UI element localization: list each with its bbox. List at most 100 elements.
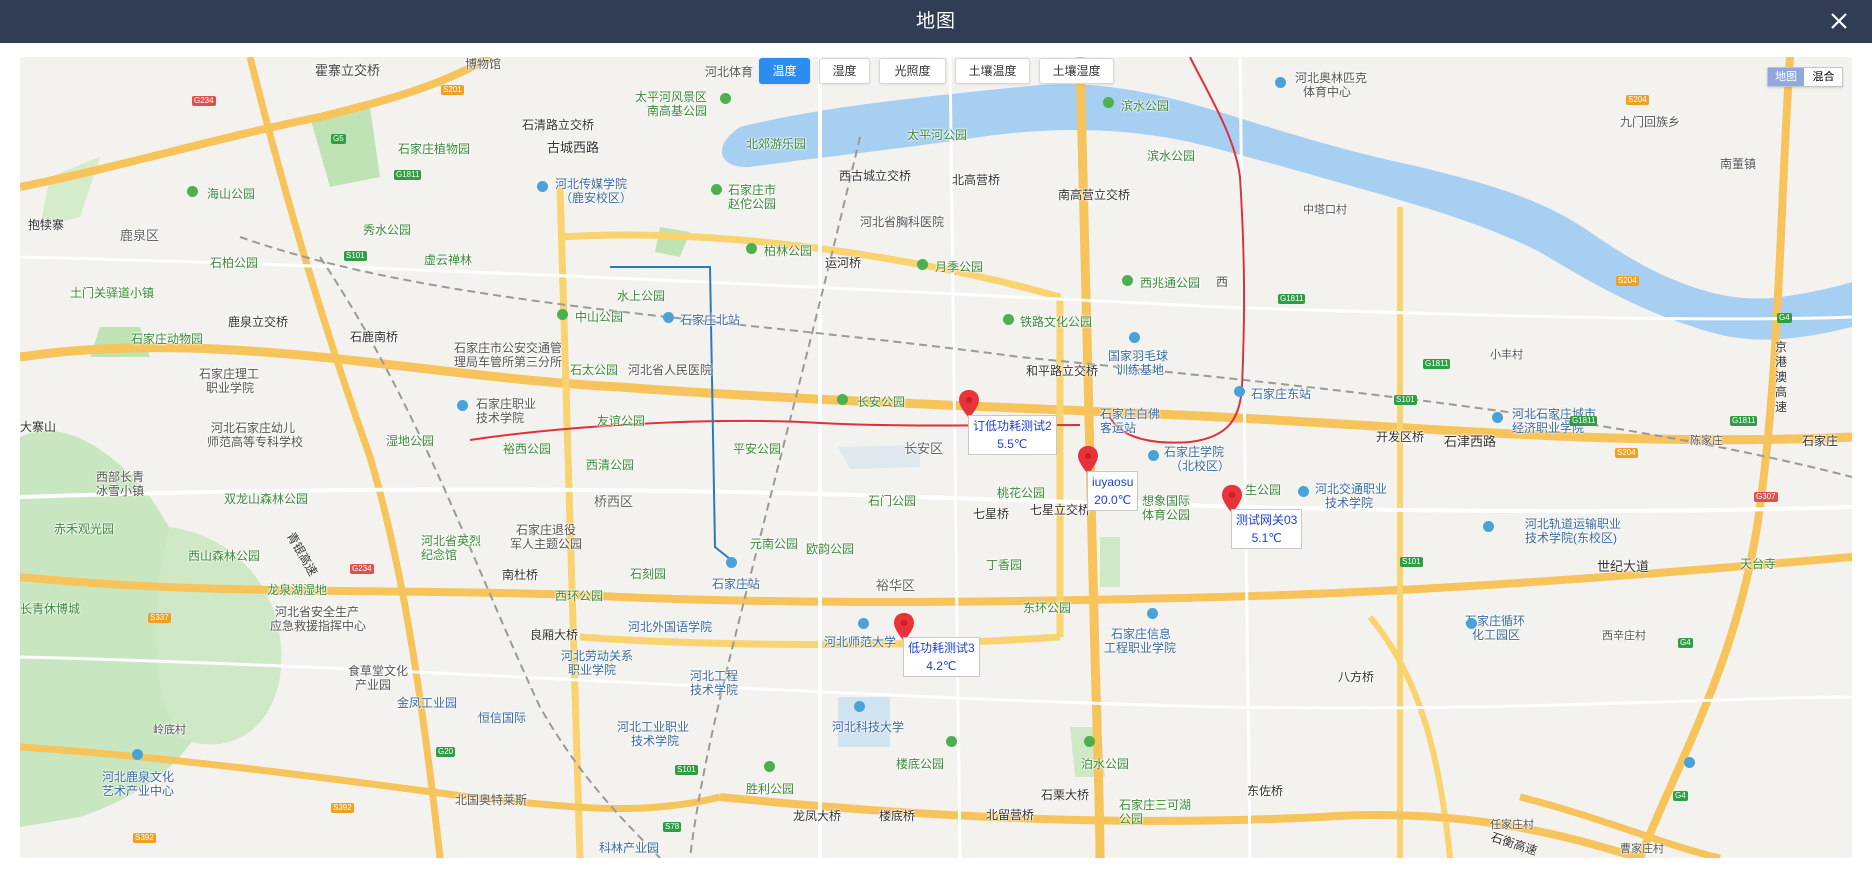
device-infobox-2[interactable]: iuyaosu 20.0℃ <box>1087 471 1139 511</box>
park-icon <box>746 243 757 254</box>
park-icon <box>837 394 848 405</box>
park-icon <box>1122 275 1133 286</box>
highway-shield-icon: S337 <box>148 613 171 623</box>
map-label: 和平路立交桥 <box>1026 364 1099 378</box>
map-label: 河北外国语学院 <box>628 620 713 634</box>
map-label: 裕华区 <box>876 578 916 593</box>
close-button[interactable] <box>1824 6 1854 36</box>
tab-soil-humidity[interactable]: 土壤湿度 <box>1039 58 1114 84</box>
map-label: 海山公园 <box>207 187 256 201</box>
map-label: 世纪大道 <box>1597 559 1650 574</box>
park-icon <box>720 93 731 104</box>
map-label: 河北省安全生产 <box>275 605 360 619</box>
map-label: 良厢大桥 <box>530 628 579 642</box>
device-marker-2[interactable] <box>1078 446 1098 474</box>
map-view[interactable]: 霍寨立交桥 博物馆 河北体育 河北奥林匹克 体育中心 九门回族乡 南董镇 太平河… <box>20 57 1852 858</box>
map-label: 河北奥林匹克 <box>1295 71 1368 85</box>
map-label: 港 <box>1775 355 1788 369</box>
tab-humidity[interactable]: 湿度 <box>819 58 870 84</box>
park-icon <box>187 186 198 197</box>
map-label: 恒信国际 <box>478 711 527 725</box>
map-label: 纪念馆 <box>421 548 458 562</box>
station-icon <box>1234 386 1245 397</box>
device-marker-1[interactable] <box>959 390 979 418</box>
device-infobox-4[interactable]: 低功耗测试3 4.2℃ <box>903 637 980 677</box>
sports-icon <box>1129 332 1140 343</box>
map-label: 赵佗公园 <box>728 197 777 211</box>
device-value: 4.2℃ <box>926 659 957 673</box>
map-label: 铁路文化公园 <box>1020 315 1093 329</box>
map-label: 南高营立交桥 <box>1058 188 1131 202</box>
map-label: 技术学院 <box>631 734 680 748</box>
park-icon <box>946 736 957 747</box>
tab-illuminance[interactable]: 光照度 <box>879 58 946 84</box>
highway-shield-icon: S204 <box>1626 95 1649 105</box>
map-type-hybrid-button[interactable]: 混合 <box>1805 68 1842 86</box>
device-infobox-1[interactable]: 订低功耗测试2 5.5℃ <box>968 415 1057 455</box>
map-label: 科林产业园 <box>599 841 660 855</box>
park-icon <box>1003 314 1014 325</box>
map-label: 西古城立交桥 <box>839 169 912 183</box>
map-label: 北留营桥 <box>986 808 1035 822</box>
map-label: 运河桥 <box>825 256 862 270</box>
map-label: 石刻园 <box>630 567 667 581</box>
highway-shield-icon: G4 <box>1673 791 1688 801</box>
map-label: 裕西公园 <box>503 442 552 456</box>
map-label: 石家庄学院 <box>1164 445 1225 459</box>
map-label: 河北体育 <box>705 65 754 79</box>
map-label: 虚云禅林 <box>424 253 473 267</box>
map-label: 大寨山 <box>20 420 57 434</box>
map-label: 河北工业职业 <box>617 720 690 734</box>
map-label: 速 <box>1775 400 1788 414</box>
map-label: 河北劳动关系 <box>561 649 634 663</box>
map-label: 南杜桥 <box>502 568 539 582</box>
tab-temperature[interactable]: 温度 <box>759 58 810 84</box>
map-label: 水上公园 <box>617 289 666 303</box>
school-icon <box>457 400 468 411</box>
map-label: 太平河公园 <box>907 128 968 142</box>
park-icon <box>917 259 928 270</box>
map-label: 河北科技大学 <box>832 720 905 734</box>
map-label: 楼底桥 <box>879 809 916 823</box>
map-type-map-button[interactable]: 地图 <box>1768 68 1804 86</box>
map-label: 职业学院 <box>206 381 255 395</box>
highway-shield-icon: S101 <box>1394 395 1417 405</box>
map-label: 中塔口村 <box>1303 204 1347 216</box>
map-label: 太平河风景区 <box>635 90 708 104</box>
map-label: 产业园 <box>355 678 392 692</box>
map-label: （北校区） <box>1170 459 1231 473</box>
map-label: 技术学院 <box>690 683 739 697</box>
map-label: 柏林公园 <box>764 244 813 258</box>
map-label: 石家庄北站 <box>680 313 741 327</box>
highway-shield-icon: G5 <box>331 134 346 144</box>
map-label: 霍寨立交桥 <box>315 63 381 78</box>
map-label: 九门回族乡 <box>1620 115 1681 129</box>
map-label: 滨水公园 <box>1121 99 1170 113</box>
school-icon <box>1298 486 1309 497</box>
school-icon <box>1148 450 1159 461</box>
map-label: 七星立交桥 <box>1030 503 1091 517</box>
map-label: 平安公园 <box>733 442 782 456</box>
device-infobox-3[interactable]: 测试网关03 5.1℃ <box>1231 509 1303 549</box>
map-label: 公园 <box>1119 812 1144 826</box>
school-icon <box>537 181 548 192</box>
map-label: 长安区 <box>904 441 944 456</box>
map-label: 石家庄市公安交通管 <box>454 341 563 355</box>
highway-shield-icon: G20 <box>436 747 456 757</box>
school-icon <box>1483 521 1494 532</box>
map-label: 石柏公园 <box>210 256 259 270</box>
map-label: 化工园区 <box>1472 628 1521 642</box>
device-name: iuyaosu <box>1092 475 1134 489</box>
map-label: 河北交通职业 <box>1315 482 1388 496</box>
map-label: 冰雪小镇 <box>96 484 145 498</box>
map-label: 石门公园 <box>868 494 917 508</box>
map-label: （鹿安校区） <box>560 191 633 205</box>
tab-soil-temperature[interactable]: 土壤温度 <box>955 58 1030 84</box>
device-name: 订低功耗测试2 <box>973 419 1052 433</box>
map-label: 北郊游乐园 <box>746 137 807 151</box>
map-label: 西山森林公园 <box>188 549 261 563</box>
map-label: 应急救援指挥中心 <box>270 619 367 633</box>
map-label: 南高基公园 <box>647 104 708 118</box>
map-label: 长安公园 <box>857 395 906 409</box>
map-label: 艺术产业中心 <box>102 784 175 798</box>
